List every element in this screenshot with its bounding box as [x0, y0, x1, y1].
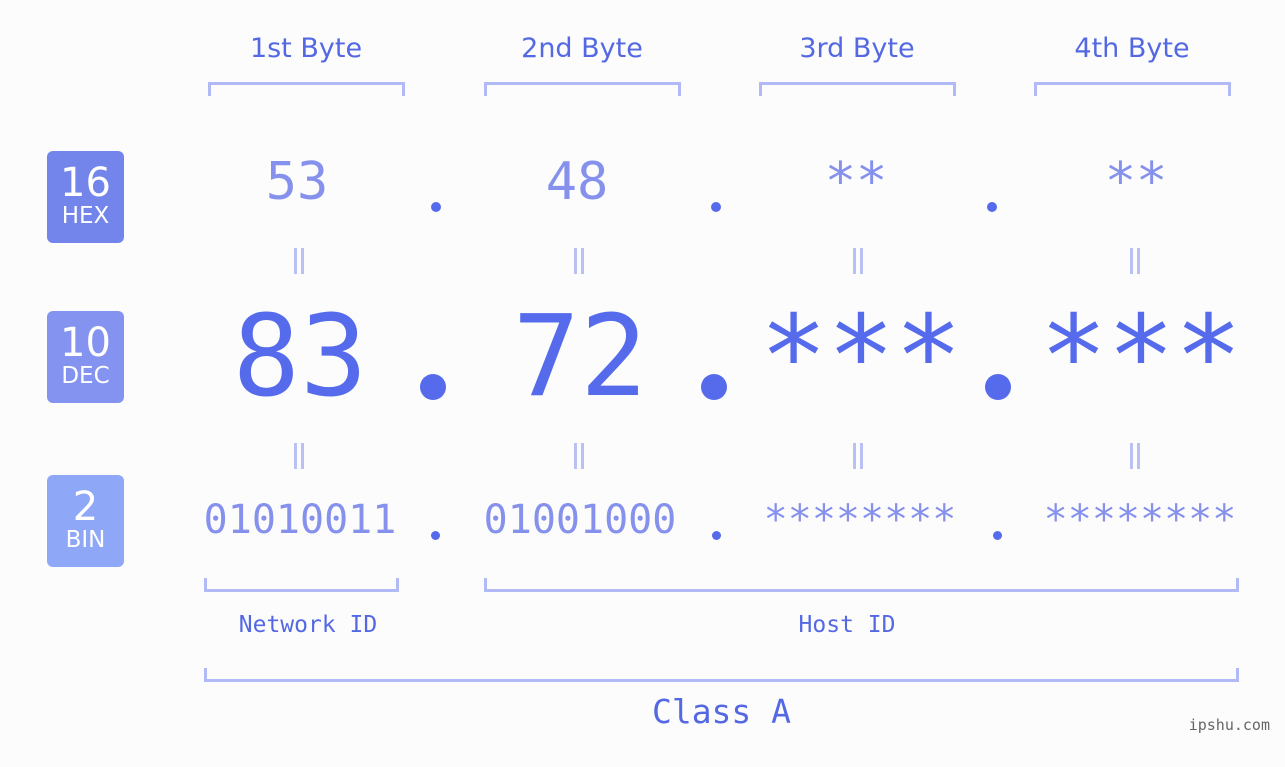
bin-byte-3: ********	[763, 497, 957, 543]
hex-byte-4: **	[1104, 152, 1168, 212]
host-id-label: Host ID	[798, 612, 896, 638]
bin-byte-2: 01001000	[483, 497, 677, 543]
byte-header-3: 3rd Byte	[799, 33, 915, 64]
equals-icon	[1128, 248, 1142, 274]
equals-icon	[851, 443, 865, 469]
bin-dot-1	[431, 531, 440, 540]
class-label: Class A	[651, 692, 792, 731]
equals-icon	[292, 248, 306, 274]
byte-header-1: 1st Byte	[249, 33, 363, 64]
dec-dot-3	[985, 374, 1011, 400]
hex-byte-3: **	[824, 152, 888, 212]
network-id-bracket	[204, 578, 399, 592]
dec-byte-2: 72	[512, 292, 648, 422]
byte-bracket-2	[484, 82, 681, 96]
class-bracket	[204, 668, 1239, 682]
hex-dot-3	[987, 202, 997, 212]
byte-bracket-4	[1034, 82, 1231, 96]
dec-dot-2	[701, 374, 727, 400]
equals-icon	[1128, 443, 1142, 469]
hex-dot-2	[711, 202, 721, 212]
hex-base-label: HEX	[61, 203, 110, 229]
dec-byte-3: ***	[759, 292, 963, 422]
dec-dot-1	[420, 374, 446, 400]
watermark: ipshu.com	[1188, 716, 1270, 734]
hex-byte-1: 53	[265, 152, 329, 212]
equals-icon	[851, 248, 865, 274]
bin-base-label: BIN	[65, 527, 106, 553]
equals-icon	[572, 443, 586, 469]
byte-header-4: 4th Byte	[1074, 33, 1190, 64]
equals-icon	[572, 248, 586, 274]
host-id-bracket	[484, 578, 1239, 592]
byte-bracket-3	[759, 82, 956, 96]
byte-bracket-1	[208, 82, 405, 96]
bin-byte-1: 01010011	[203, 497, 397, 543]
bin-dot-2	[712, 531, 721, 540]
hex-byte-2: 48	[545, 152, 609, 212]
hex-dot-1	[431, 202, 441, 212]
dec-byte-1: 83	[232, 292, 368, 422]
byte-header-2: 2nd Byte	[521, 33, 643, 64]
dec-byte-4: ***	[1039, 292, 1243, 422]
dec-badge: 10 DEC	[47, 311, 124, 403]
bin-badge: 2 BIN	[47, 475, 124, 567]
hex-base-number: 16	[60, 160, 111, 206]
dec-base-number: 10	[60, 320, 111, 366]
hex-badge: 16 HEX	[47, 151, 124, 243]
bin-dot-3	[993, 531, 1002, 540]
bin-byte-4: ********	[1043, 497, 1237, 543]
dec-base-label: DEC	[61, 363, 110, 389]
equals-icon	[292, 443, 306, 469]
bin-base-number: 2	[72, 484, 99, 530]
network-id-label: Network ID	[238, 612, 378, 638]
